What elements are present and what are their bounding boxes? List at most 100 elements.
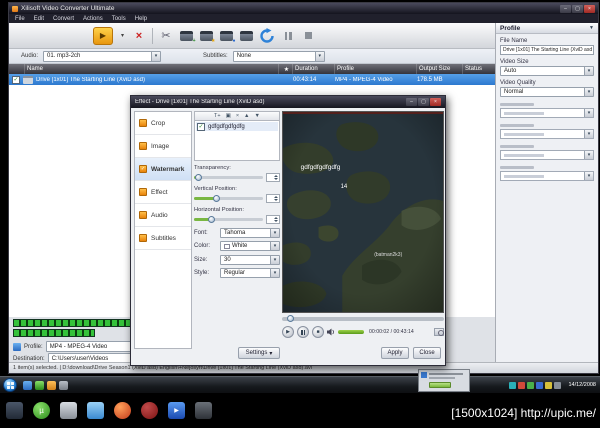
delete-icon[interactable]: ×	[132, 27, 146, 45]
chevron-down-icon[interactable]: ▾	[314, 51, 324, 61]
desktop-shortcut-icon[interactable]	[60, 401, 77, 419]
remove-watermark-icon[interactable]: ×	[236, 113, 239, 119]
column-duration[interactable]: Duration	[293, 64, 335, 74]
file-name-input[interactable]: Drive [1x01] The Starting Line (XviD asd	[500, 45, 594, 55]
close-icon[interactable]: ×	[430, 98, 441, 106]
column-output-size[interactable]: Output Size	[417, 64, 463, 74]
maximize-icon[interactable]: ▢	[572, 4, 583, 13]
vertical-position-spinner[interactable]	[266, 194, 280, 203]
desktop-shortcut-icon[interactable]	[87, 401, 104, 419]
chevron-down-icon[interactable]: ▾	[584, 172, 593, 180]
file-row-selected[interactable]: ✓ Drive [1x01] The Starting Line (XviD a…	[9, 74, 495, 85]
chevron-down-icon[interactable]: ▾	[151, 51, 161, 61]
chevron-down-icon[interactable]: ▾	[270, 255, 279, 264]
size-select[interactable]: 30 ▾	[220, 254, 280, 265]
maximize-icon[interactable]: ▢	[418, 98, 429, 106]
desktop-shortcut-icon[interactable]	[6, 401, 23, 419]
subtitles-enable-checkbox-icon[interactable]	[139, 234, 147, 242]
tab-effect[interactable]: Effect	[135, 181, 191, 204]
font-select[interactable]: Tahoma ▾	[220, 227, 280, 238]
column-checkbox[interactable]	[9, 64, 25, 74]
tab-audio[interactable]: Audio	[135, 204, 191, 227]
video-quality-select[interactable]: Normal ▾	[500, 87, 594, 97]
column-status[interactable]: Status	[463, 64, 495, 74]
star-icon[interactable]: ★	[279, 64, 293, 74]
chevron-down-icon[interactable]: ▾	[584, 109, 593, 117]
tray-icon[interactable]	[518, 381, 526, 389]
effects-icon[interactable]: ★	[199, 27, 216, 45]
video-size-select[interactable]: Auto ▾	[500, 66, 594, 76]
chevron-down-icon[interactable]: ▾	[270, 228, 279, 237]
column-name[interactable]: Name	[25, 64, 279, 74]
transparency-spinner[interactable]	[266, 173, 280, 182]
menu-convert[interactable]: Convert	[53, 16, 74, 22]
dialog-close-button[interactable]: Close	[413, 347, 441, 359]
watermark-list-item[interactable]: ✓ gdfgdfgdfgdfg	[196, 122, 278, 131]
chevron-down-icon[interactable]: ▾	[270, 242, 279, 250]
crop-enable-checkbox-icon[interactable]	[139, 119, 147, 127]
tray-icon[interactable]	[527, 381, 535, 389]
preview-watermark-text[interactable]: gdfgdfgdfgdfg	[301, 164, 341, 171]
chevron-down-icon[interactable]: ▾	[584, 67, 593, 75]
merge-icon[interactable]	[239, 27, 253, 45]
quick-launch-icon[interactable]	[23, 380, 32, 390]
stop-icon[interactable]: ■	[312, 326, 324, 338]
menu-file[interactable]: File	[15, 16, 25, 22]
style-select[interactable]: Regular ▾	[220, 268, 280, 278]
horizontal-position-slider[interactable]	[194, 216, 263, 223]
setting-select[interactable]: ▾	[500, 129, 594, 139]
menu-tools[interactable]: Tools	[112, 16, 126, 22]
clip-icon[interactable]: +	[179, 27, 196, 45]
menu-edit[interactable]: Edit	[34, 16, 44, 22]
refresh-icon[interactable]	[259, 27, 275, 45]
snapshot-tool-icon[interactable]: ●	[219, 27, 236, 45]
tab-subtitles[interactable]: Subtitles	[135, 227, 191, 250]
audio-enable-checkbox-icon[interactable]	[139, 211, 147, 219]
stop-icon[interactable]	[301, 27, 315, 45]
move-down-icon[interactable]: ▼	[255, 113, 260, 119]
add-image-watermark-icon[interactable]: ▣	[226, 113, 231, 119]
snapshot-icon[interactable]	[434, 328, 444, 336]
speaker-icon[interactable]	[327, 323, 335, 341]
image-enable-checkbox-icon[interactable]	[139, 142, 147, 150]
chevron-down-icon[interactable]: ▾	[584, 151, 593, 159]
close-icon[interactable]: ×	[584, 4, 595, 13]
main-titlebar[interactable]: Xilisoft Video Converter Ultimate – ▢ ×	[9, 3, 598, 14]
volume-slider[interactable]	[338, 330, 364, 334]
collapse-arrow-icon[interactable]: ▼	[589, 25, 594, 31]
quick-launch-icon[interactable]	[35, 380, 44, 390]
convert-button-icon[interactable]: ▶	[93, 26, 113, 45]
media-app-icon[interactable]	[141, 401, 158, 419]
chevron-down-icon[interactable]: ▾	[584, 88, 593, 96]
tab-crop[interactable]: Crop	[135, 112, 191, 135]
vertical-position-slider[interactable]	[194, 195, 263, 202]
notification-popup[interactable]	[418, 369, 470, 392]
watermark-list[interactable]: ✓ gdfgdfgdfgdfg	[194, 121, 280, 161]
subtitles-select[interactable]: None ▾	[232, 50, 325, 62]
menu-actions[interactable]: Actions	[83, 16, 103, 22]
tray-icon[interactable]	[554, 381, 562, 389]
row-checkbox-icon[interactable]: ✓	[12, 75, 20, 84]
color-select[interactable]: White ▾	[220, 241, 280, 251]
settings-button[interactable]: Settings ▾	[238, 347, 280, 359]
pause-icon[interactable]	[297, 326, 309, 338]
apply-button[interactable]: Apply	[381, 347, 409, 359]
quick-launch-icon[interactable]	[59, 380, 68, 390]
horizontal-position-spinner[interactable]	[266, 215, 280, 224]
tab-image[interactable]: Image	[135, 135, 191, 158]
pause-icon[interactable]	[281, 27, 295, 45]
play-icon[interactable]: ▶	[282, 326, 294, 338]
browser-icon[interactable]	[114, 401, 131, 419]
tray-icon[interactable]	[536, 381, 544, 389]
cut-icon[interactable]: ✂	[159, 27, 173, 45]
minimize-icon[interactable]: –	[560, 4, 571, 13]
minimize-icon[interactable]: –	[406, 98, 417, 106]
convert-dropdown-icon[interactable]: ▾	[119, 27, 126, 45]
transparency-slider[interactable]	[194, 174, 263, 181]
setting-select[interactable]: ▾	[500, 150, 594, 160]
effect-enable-checkbox-icon[interactable]	[139, 188, 147, 196]
column-profile[interactable]: Profile	[335, 64, 417, 74]
seek-slider[interactable]	[282, 315, 444, 322]
taskbar-clock[interactable]: 14/12/2008	[568, 382, 596, 389]
menu-help[interactable]: Help	[135, 16, 147, 22]
